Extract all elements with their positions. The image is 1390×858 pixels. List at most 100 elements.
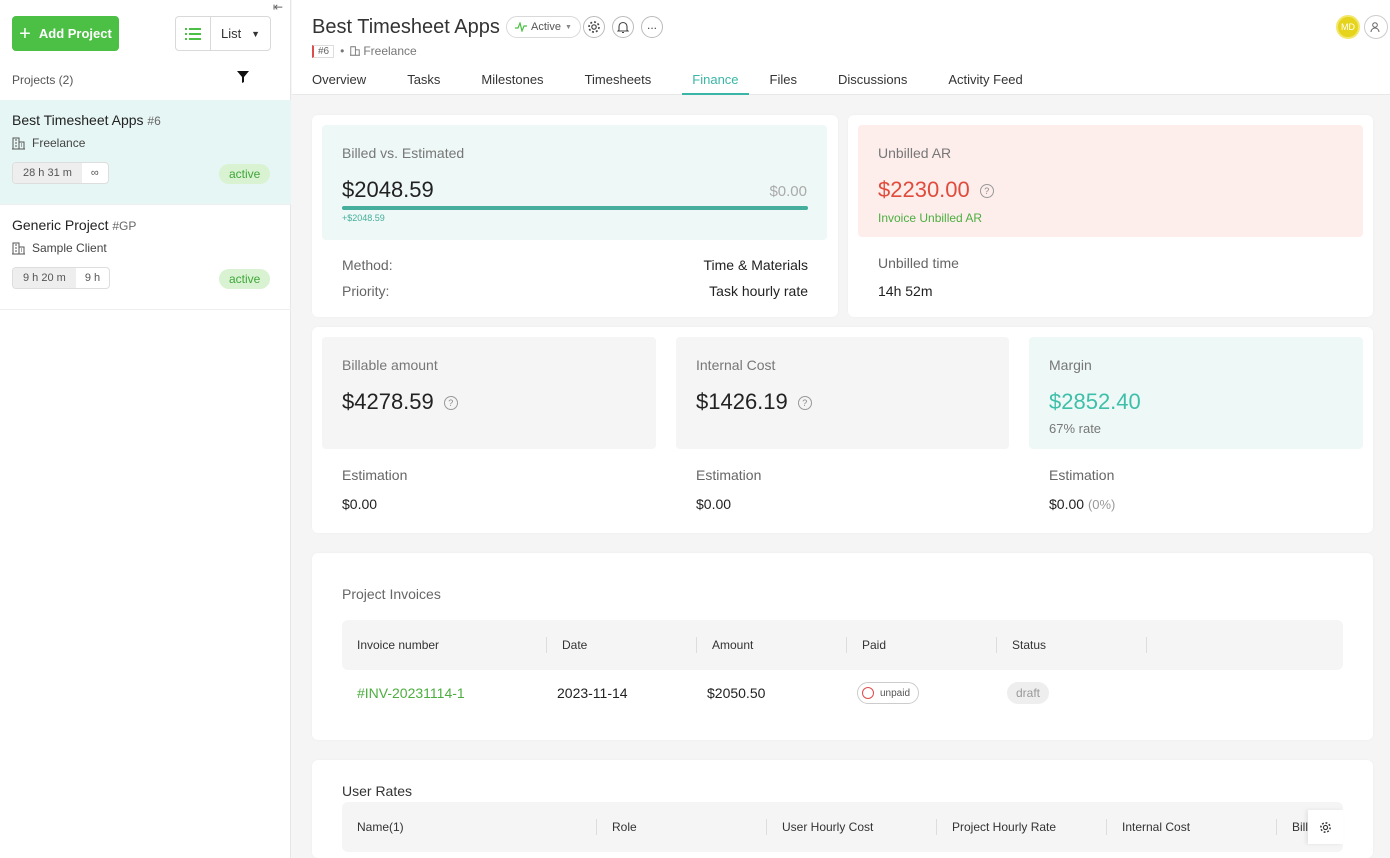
column-user-hourly-cost[interactable]: User Hourly Cost xyxy=(767,802,937,852)
building-icon xyxy=(12,242,25,254)
priority-value: Task hourly rate xyxy=(709,283,808,299)
time-budget: ∞ xyxy=(90,167,99,179)
status-dropdown[interactable]: Active ▼ xyxy=(506,16,581,38)
billable-estimation-label: Estimation xyxy=(342,467,408,483)
add-user-button[interactable] xyxy=(1364,15,1388,39)
tab-discussions[interactable]: Discussions xyxy=(838,72,907,95)
margin-rate: 67% rate xyxy=(1049,421,1102,436)
unbilled-amount-row: $2230.00? xyxy=(878,177,994,203)
page-title: Best Timesheet Apps xyxy=(312,16,500,38)
time-tracked: 9 h 20 m xyxy=(13,268,76,288)
margin-estimation-row: $0.00 (0%) xyxy=(1049,496,1115,512)
project-name: Best Timesheet Apps #6 xyxy=(12,112,161,128)
avatar[interactable]: MD xyxy=(1336,15,1360,39)
view-select-label: List xyxy=(221,26,242,41)
tab-files[interactable]: Files xyxy=(770,72,797,95)
project-client-name: Freelance xyxy=(32,136,86,150)
tab-finance[interactable]: Finance xyxy=(682,72,749,95)
column-project-hourly-rate[interactable]: Project Hourly Rate xyxy=(937,802,1107,852)
project-name-text: Best Timesheet Apps xyxy=(12,112,144,128)
billed-progress-track xyxy=(342,206,808,210)
invoices-title: Project Invoices xyxy=(342,586,441,602)
column-paid[interactable]: Paid xyxy=(847,620,997,670)
separator-dot: • xyxy=(340,44,345,58)
internal-cost-box: Internal Cost $1426.19? xyxy=(676,337,1009,449)
billable-amount: $4278.59 xyxy=(342,389,434,414)
user-rates-table-header: Name(1) Role User Hourly Cost Project Ho… xyxy=(342,802,1343,852)
help-icon[interactable]: ? xyxy=(797,396,812,411)
billable-estimation-value: $0.00 xyxy=(342,496,378,512)
billed-progress-fill xyxy=(342,206,808,210)
view-select[interactable]: List ▼ xyxy=(211,17,270,50)
margin-estimation-value: $0.00 xyxy=(1049,496,1085,512)
internal-cost-label: Internal Cost xyxy=(696,357,776,373)
help-icon[interactable]: ? xyxy=(443,396,458,411)
project-sidebar: + Add Project List ▼ ⇤ Projects (2) Best… xyxy=(0,0,291,858)
caret-down-icon: ▼ xyxy=(251,28,260,39)
tab-bar: Overview Tasks Milestones Timesheets Fin… xyxy=(312,72,1064,95)
invoice-paid-cell: unpaid xyxy=(842,682,992,704)
invoice-unbilled-link[interactable]: Invoice Unbilled AR xyxy=(878,211,982,225)
billed-amount: $2048.59 xyxy=(342,177,434,202)
projects-count-label: Projects (2) xyxy=(12,73,74,87)
finance-stats-card: Billable amount $4278.59? Estimation $0.… xyxy=(312,327,1373,533)
plus-icon: + xyxy=(19,22,31,45)
tab-overview[interactable]: Overview xyxy=(312,72,366,95)
view-toggle[interactable]: List ▼ xyxy=(175,16,271,51)
tab-milestones[interactable]: Milestones xyxy=(481,72,543,95)
billable-label: Billable amount xyxy=(342,357,438,373)
tab-timesheets[interactable]: Timesheets xyxy=(585,72,652,95)
table-row: #INV-20231114-1 2023-11-14 $2050.50 unpa… xyxy=(342,681,1343,705)
column-internal-cost[interactable]: Internal Cost xyxy=(1107,802,1277,852)
more-icon: ... xyxy=(646,17,657,32)
breadcrumb: #6 • Freelance xyxy=(312,44,417,58)
unpaid-badge[interactable]: unpaid xyxy=(857,682,920,704)
billed-summary: Billed vs. Estimated $2048.59 $0.00 +$20… xyxy=(322,125,827,240)
invoice-number-link[interactable]: #INV-20231114-1 xyxy=(342,685,542,701)
time-budget: 9 h xyxy=(84,272,101,284)
column-role[interactable]: Role xyxy=(597,802,767,852)
collapse-sidebar-icon[interactable]: ⇤ xyxy=(273,0,283,14)
method-label: Method: xyxy=(342,257,393,273)
tab-activity-feed[interactable]: Activity Feed xyxy=(948,72,1022,95)
help-icon[interactable]: ? xyxy=(979,184,994,199)
column-status[interactable]: Status xyxy=(997,620,1147,670)
unbilled-label: Unbilled AR xyxy=(878,145,952,161)
filter-icon[interactable] xyxy=(236,70,250,87)
internal-estimation-value: $0.00 xyxy=(696,496,732,512)
more-options-button[interactable]: ... xyxy=(641,16,663,38)
estimated-amount: $0.00 xyxy=(769,183,807,200)
project-invoices-card: Project Invoices Invoice number Date Amo… xyxy=(312,553,1373,740)
tab-tasks[interactable]: Tasks xyxy=(407,72,440,95)
column-date[interactable]: Date xyxy=(547,620,697,670)
notifications-button[interactable] xyxy=(612,16,634,38)
add-project-button[interactable]: + Add Project xyxy=(12,16,119,51)
status-badge: active xyxy=(219,269,271,289)
column-invoice-number[interactable]: Invoice number xyxy=(342,620,547,670)
column-name[interactable]: Name(1) xyxy=(342,802,597,852)
margin-box: Margin $2852.40 67% rate xyxy=(1029,337,1363,449)
project-list-item[interactable]: Generic Project #GP Sample Client 9 h 20… xyxy=(0,205,291,310)
project-name-text: Generic Project xyxy=(12,217,109,233)
priority-label: Priority: xyxy=(342,283,390,299)
margin-amount: $2852.40 xyxy=(1049,389,1141,414)
client-link[interactable]: Freelance xyxy=(363,44,416,58)
column-settings-button[interactable] xyxy=(1308,810,1343,844)
list-view-icon[interactable] xyxy=(176,17,211,50)
unbilled-ar-card: Unbilled AR $2230.00? Invoice Unbilled A… xyxy=(848,115,1373,317)
unbilled-summary: Unbilled AR $2230.00? Invoice Unbilled A… xyxy=(858,125,1363,237)
margin-label: Margin xyxy=(1049,357,1092,373)
project-number: #6 xyxy=(147,114,161,128)
project-list-item[interactable]: Best Timesheet Apps #6 Freelance 28 h 31… xyxy=(0,100,291,205)
billable-amount-box: Billable amount $4278.59? xyxy=(322,337,656,449)
billed-label: Billed vs. Estimated xyxy=(342,145,465,161)
settings-button[interactable] xyxy=(583,16,605,38)
margin-estimation-pct: (0%) xyxy=(1087,497,1116,512)
column-amount[interactable]: Amount xyxy=(697,620,847,670)
time-tracked: 28 h 31 m xyxy=(13,163,82,183)
status-label: Active xyxy=(531,21,561,33)
gear-icon xyxy=(1320,821,1331,833)
project-tag: #6 xyxy=(312,44,335,58)
bell-icon xyxy=(617,21,629,33)
user-rates-card: User Rates Name(1) Role User Hourly Cost… xyxy=(312,760,1373,858)
